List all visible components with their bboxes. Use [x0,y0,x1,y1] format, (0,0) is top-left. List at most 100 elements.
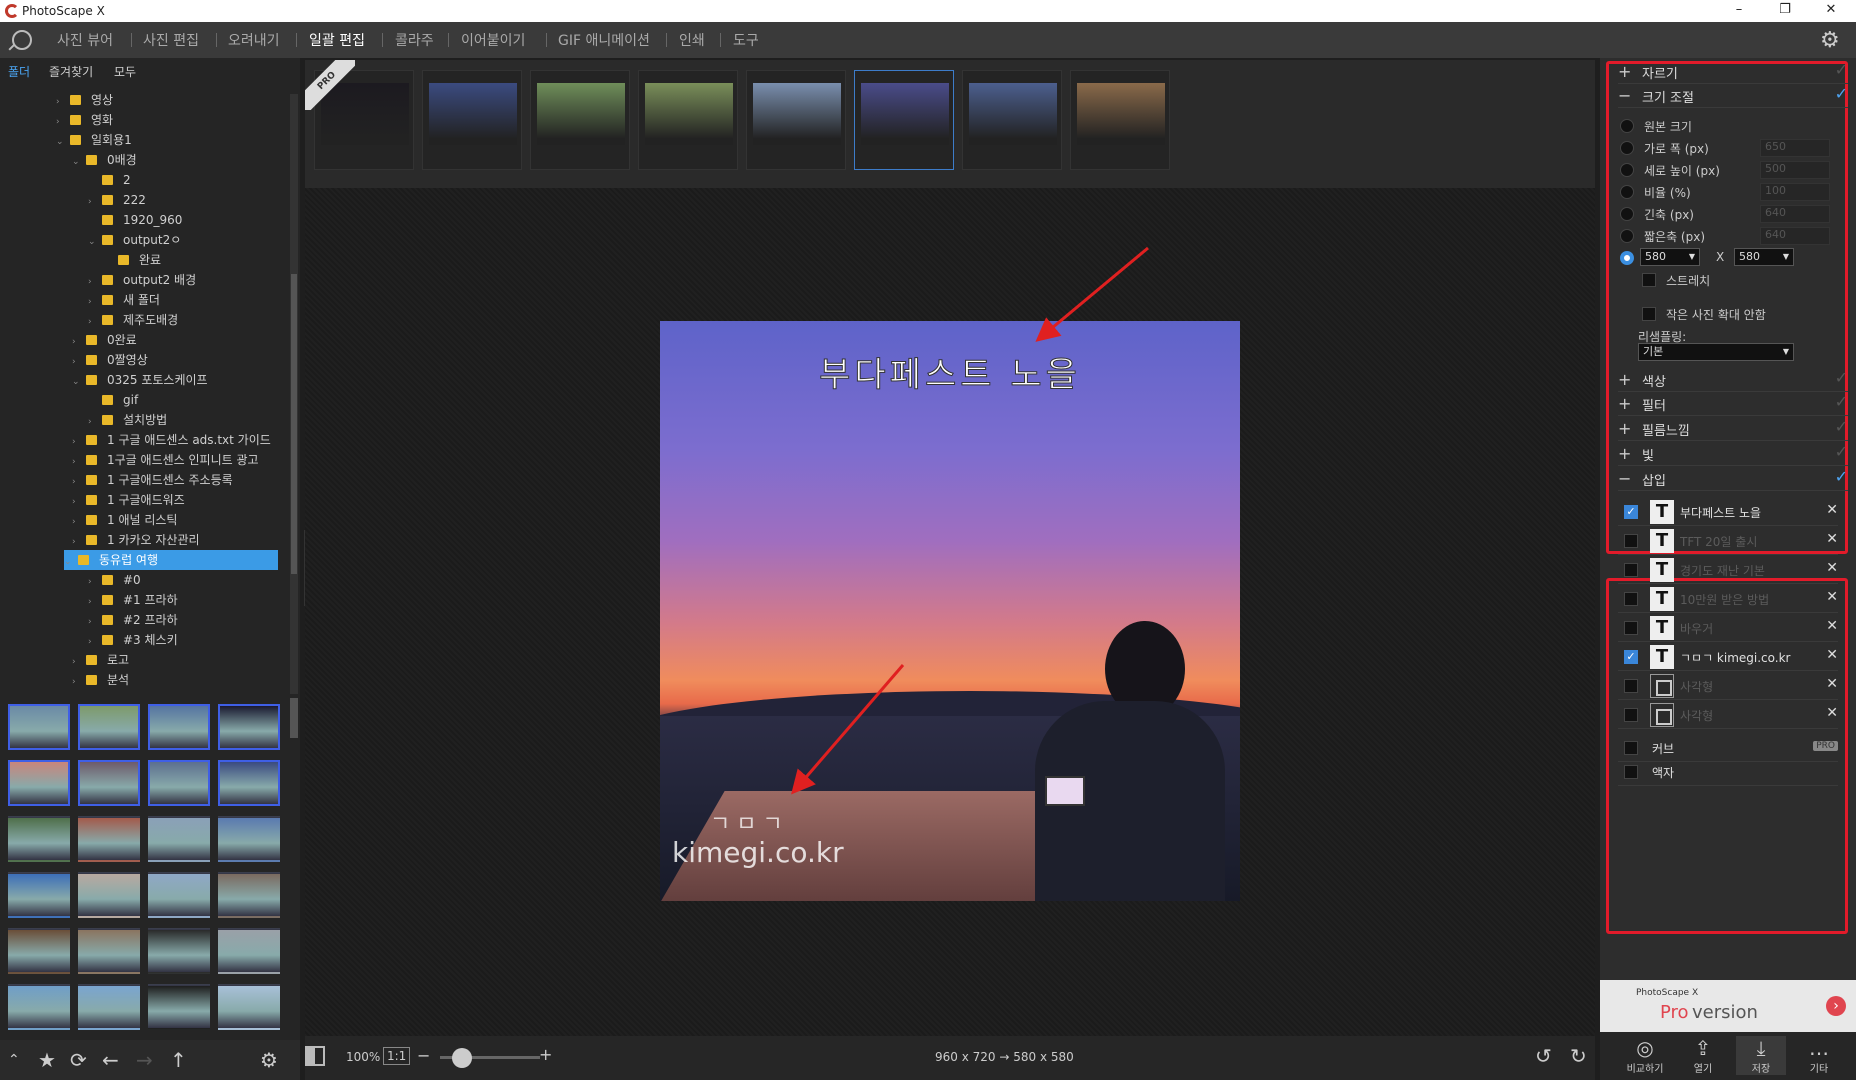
action-more-button[interactable]: … 기타 [1794,1036,1844,1075]
radio-button[interactable] [1620,185,1634,199]
rotate-right-icon[interactable]: ↻ [1570,1044,1587,1068]
insert-item[interactable]: 사각형 ✕ [1618,672,1838,700]
zoom-in-button[interactable]: + [539,1045,552,1064]
tree-folder[interactable]: ⌄ 동유럽 여행 [64,550,278,570]
tab-favorites[interactable]: 즐겨찾기 [49,63,93,80]
browser-settings-icon[interactable]: ⚙ [260,1048,278,1072]
tree-expand-icon[interactable]: › [72,492,82,512]
delete-icon[interactable]: ✕ [1826,560,1838,576]
tree-expand-icon[interactable]: › [72,452,82,472]
delete-icon[interactable]: ✕ [1826,618,1838,634]
tree-expand-icon[interactable]: › [72,512,82,532]
thumbnail[interactable] [148,984,210,1030]
radio-button-selected[interactable] [1620,251,1634,265]
resize-value-input[interactable]: 640 [1760,205,1830,223]
tree-folder[interactable]: › #2 프라하 [88,610,178,630]
filmstrip-thumbnail[interactable] [1070,70,1170,170]
thumbnail[interactable] [8,928,70,974]
action-save-button[interactable]: ⤓ 저장 [1736,1036,1786,1075]
tree-folder[interactable]: gif [88,390,138,410]
thumbnail[interactable] [148,928,210,974]
thumbnail-scrollbar[interactable] [290,698,298,738]
tree-folder[interactable]: › 새 폴더 [88,290,160,310]
tree-expand-icon[interactable]: › [88,612,98,632]
tree-folder[interactable]: › 1구글 애드센스 인피니트 광고 [72,450,259,470]
tree-expand-icon[interactable]: ⌄ [88,232,98,252]
tab-all[interactable]: 모두 [114,63,136,80]
actual-size-button[interactable]: 1:1 [383,1047,411,1065]
menu-photo-editor[interactable]: 사진 편집 [143,30,199,50]
filmstrip-thumbnail[interactable] [854,70,954,170]
thumbnail[interactable] [8,760,70,806]
tree-folder[interactable]: › 영상 [56,90,113,110]
tree-expand-icon[interactable]: ⌄ [72,152,82,172]
radio-button[interactable] [1620,163,1634,177]
insert-checkbox[interactable] [1624,679,1638,693]
menu-cut-out[interactable]: 오려내기 [228,30,280,50]
tree-folder[interactable]: › output2 배경 [88,270,196,290]
action-compare-button[interactable]: ◎ 비교하기 [1620,1036,1670,1075]
section-resize[interactable]: − 크기 조절 ✓ [1618,84,1848,108]
filmstrip-thumbnail[interactable] [638,70,738,170]
tree-folder[interactable]: › 1 카카오 자산관리 [72,530,200,550]
tree-expand-icon[interactable]: › [72,672,82,692]
maximize-button[interactable]: ❐ [1770,2,1800,17]
menu-batch[interactable]: 일괄 편집 [309,30,365,50]
tree-folder[interactable]: › 영화 [56,110,113,130]
radio-button[interactable] [1620,229,1634,243]
zoom-level[interactable]: 100% [346,1050,380,1064]
compare-toggle-icon[interactable] [305,1046,325,1066]
curve-checkbox[interactable] [1624,741,1638,755]
resize-value-input[interactable]: 640 [1760,227,1830,245]
refresh-icon[interactable]: ⟳ [70,1048,87,1072]
custom-height-select[interactable]: 580 ▼ [1734,248,1794,266]
custom-width-select[interactable]: 580 ▼ [1640,248,1700,266]
tree-folder[interactable]: › 0짤영상 [72,350,148,370]
tree-expand-icon[interactable]: › [88,572,98,592]
back-arrow-icon[interactable]: ← [102,1048,119,1072]
tree-expand-icon[interactable]: › [72,472,82,492]
thumbnail[interactable] [148,872,210,918]
action-open-button[interactable]: ⇪ 열기 [1678,1036,1728,1075]
thumbnail[interactable] [78,872,140,918]
tree-scrollbar[interactable] [290,94,298,694]
tree-expand-icon[interactable]: › [88,312,98,332]
check-icon[interactable]: ✓ [1835,84,1848,103]
thumbnail[interactable] [218,816,280,862]
frame-option[interactable]: 액자 [1618,758,1838,786]
insert-item[interactable]: T 경기도 재난 기본 ✕ [1618,556,1838,584]
insert-item[interactable]: ✓ T 부다페스트 노을 ✕ [1618,498,1838,526]
tree-folder[interactable]: › 제주도배경 [88,310,178,330]
tree-folder[interactable]: › #3 체스키 [88,630,178,650]
insert-checkbox[interactable] [1624,563,1638,577]
delete-icon[interactable]: ✕ [1826,676,1838,692]
thumbnail[interactable] [78,816,140,862]
tree-folder[interactable]: › #0 [88,570,141,590]
pro-version-ad[interactable]: PhotoScape X Pro version › [1600,980,1856,1032]
tree-folder[interactable]: › 설치방법 [88,410,167,430]
tree-folder[interactable]: › 1 구글애드워즈 [72,490,185,510]
tree-folder[interactable]: › 222 [88,190,146,210]
up-arrow-icon[interactable]: ↑ [170,1048,187,1072]
insert-checkbox[interactable] [1624,708,1638,722]
tree-folder[interactable]: › 로고 [72,650,129,670]
resize-value-input[interactable]: 100 [1760,183,1830,201]
tree-expand-icon[interactable]: › [88,632,98,652]
thumbnail[interactable] [148,760,210,806]
tab-folder[interactable]: 폴더 [8,63,30,80]
radio-button[interactable] [1620,141,1634,155]
rotate-left-icon[interactable]: ↺ [1535,1044,1552,1068]
thumbnail[interactable] [78,760,140,806]
insert-checkbox[interactable]: ✓ [1624,505,1638,519]
check-icon[interactable]: ✓ [1835,392,1848,411]
tree-expand-icon[interactable]: ⌄ [72,372,82,392]
tree-folder[interactable]: 1920_960 [88,210,182,230]
section-crop[interactable]: + 자르기 ✓ [1618,60,1848,84]
delete-icon[interactable]: ✕ [1826,502,1838,518]
thumbnail[interactable] [218,704,280,750]
thumbnail[interactable] [218,760,280,806]
radio-button[interactable] [1620,207,1634,221]
tree-expand-icon[interactable]: › [72,332,82,352]
tree-folder[interactable]: ⌄ 0325 포토스케이프 [72,370,208,390]
section-film[interactable]: + 필름느낌 ✓ [1618,417,1848,441]
